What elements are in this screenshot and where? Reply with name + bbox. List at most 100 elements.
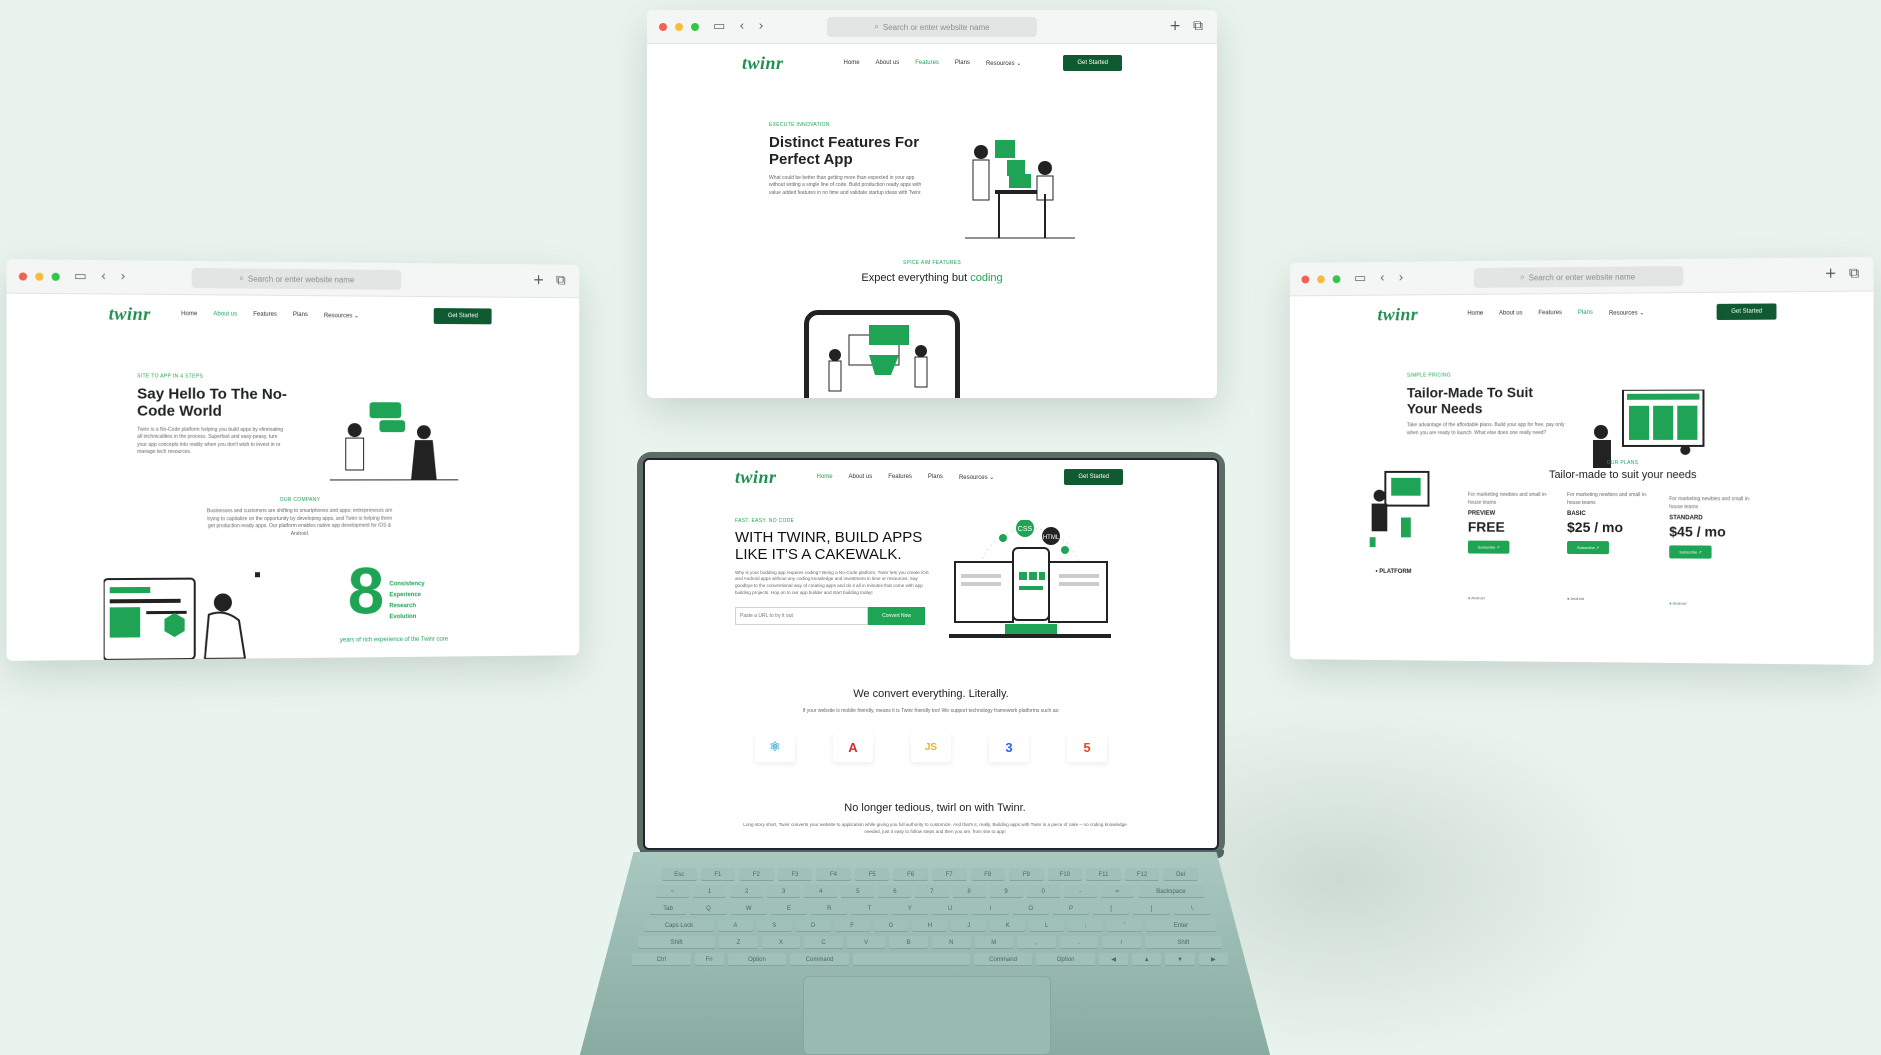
key[interactable]: 7 (915, 885, 949, 898)
key[interactable]: O (1012, 902, 1049, 915)
key[interactable]: 8 (952, 885, 986, 898)
key[interactable]: K (990, 919, 1026, 932)
nav-about[interactable]: About us (849, 474, 873, 481)
key[interactable]: ▼ (1165, 953, 1195, 966)
key[interactable]: N (931, 936, 971, 949)
key[interactable]: 6 (878, 885, 912, 898)
maximize-window-dot[interactable] (51, 272, 60, 281)
key[interactable]: H (912, 919, 948, 932)
key[interactable]: ▶ (1198, 953, 1228, 966)
url-input[interactable] (735, 607, 869, 626)
key[interactable]: F1 (700, 868, 736, 881)
key[interactable]: M (974, 936, 1014, 949)
key[interactable]: ◀ (1098, 953, 1129, 966)
close-window-dot[interactable] (659, 22, 667, 31)
key[interactable]: X (761, 936, 801, 949)
forward-icon[interactable]: › (759, 19, 764, 34)
key[interactable]: ] (1133, 902, 1170, 915)
minimize-window-dot[interactable] (675, 22, 683, 31)
key[interactable]: Esc (662, 868, 697, 881)
key[interactable]: - (1063, 885, 1097, 898)
key[interactable]: F (834, 919, 870, 932)
key[interactable]: = (1100, 885, 1134, 898)
key[interactable]: D (795, 919, 831, 932)
key[interactable]: Command (973, 953, 1033, 966)
subscribe-button[interactable]: Subscribe ↗ (1567, 540, 1610, 555)
key[interactable]: 5 (841, 885, 875, 898)
new-tab-icon[interactable]: + (533, 272, 544, 288)
nav-features[interactable]: Features (253, 311, 277, 318)
key[interactable]: \ (1173, 902, 1210, 915)
key[interactable]: F12 (1124, 868, 1160, 881)
new-tab-icon[interactable]: + (1169, 18, 1181, 34)
address-bar[interactable]: ⌕ Search or enter website name (1473, 265, 1683, 288)
key[interactable]: G (873, 919, 909, 932)
nav-features[interactable]: Features (915, 60, 939, 67)
space-key[interactable] (852, 953, 970, 966)
key[interactable]: S (756, 919, 792, 932)
trackpad[interactable] (803, 976, 1051, 1055)
key[interactable]: Option (727, 953, 787, 966)
back-icon[interactable]: ‹ (1380, 271, 1385, 286)
key[interactable]: I (972, 902, 1009, 915)
nav-home[interactable]: Home (844, 60, 860, 67)
nav-plans[interactable]: Plans (955, 60, 970, 67)
key[interactable]: ' (1107, 919, 1142, 932)
key[interactable]: L (1029, 919, 1065, 932)
nav-features[interactable]: Features (888, 474, 912, 481)
key[interactable]: V (846, 936, 886, 949)
key[interactable]: Shift (638, 936, 716, 949)
maximize-window-dot[interactable] (1332, 274, 1341, 283)
twinr-logo[interactable]: twinr (1378, 304, 1419, 325)
sidebar-icon[interactable]: ▭ (713, 19, 725, 34)
close-window-dot[interactable] (18, 271, 28, 281)
get-started-button[interactable]: Get Started (1063, 55, 1122, 71)
nav-plans[interactable]: Plans (1578, 309, 1593, 316)
key[interactable]: P (1052, 902, 1090, 915)
twinr-logo[interactable]: twinr (742, 53, 784, 74)
key[interactable]: Shift (1144, 936, 1222, 949)
nav-home[interactable]: Home (1467, 310, 1483, 317)
key[interactable]: F4 (816, 868, 851, 881)
key[interactable]: Enter (1146, 919, 1216, 932)
key[interactable]: F8 (970, 868, 1006, 881)
back-icon[interactable]: ‹ (739, 19, 744, 34)
key[interactable]: F9 (1009, 868, 1044, 881)
key[interactable]: R (811, 902, 848, 915)
key[interactable]: J (951, 919, 987, 932)
key[interactable]: Del (1163, 868, 1198, 881)
sidebar-icon[interactable]: ▭ (1354, 271, 1366, 286)
key[interactable]: ; (1068, 919, 1104, 932)
key[interactable]: . (1059, 936, 1099, 949)
key[interactable]: Command (790, 953, 849, 966)
key[interactable]: F11 (1086, 868, 1121, 881)
key[interactable]: Tab (650, 902, 687, 915)
key[interactable]: F3 (777, 868, 813, 881)
key[interactable]: Option (1036, 953, 1095, 966)
tabs-icon[interactable]: ⧉ (1193, 18, 1203, 34)
key[interactable]: C (804, 936, 843, 949)
subscribe-button[interactable]: Subscribe ↗ (1467, 540, 1510, 554)
key[interactable]: Caps Lock (644, 919, 714, 932)
key[interactable]: Z (719, 936, 758, 949)
nav-resources[interactable]: Resources ⌄ (324, 312, 359, 319)
nav-resources[interactable]: Resources ⌄ (1609, 309, 1644, 316)
nav-resources[interactable]: Resources ⌄ (959, 474, 994, 481)
nav-features[interactable]: Features (1538, 310, 1562, 317)
nav-plans[interactable]: Plans (293, 311, 308, 318)
key[interactable]: F7 (931, 868, 967, 881)
key[interactable]: 0 (1026, 885, 1060, 898)
key[interactable]: 3 (767, 885, 801, 898)
minimize-window-dot[interactable] (1317, 274, 1325, 283)
key[interactable]: Q (690, 902, 727, 915)
nav-home[interactable]: Home (817, 474, 833, 481)
key[interactable]: F2 (739, 868, 774, 881)
subscribe-button[interactable]: Subscribe ↗ (1669, 545, 1712, 559)
twinr-logo[interactable]: twinr (109, 303, 151, 324)
key[interactable]: 9 (989, 885, 1023, 898)
key[interactable]: W (730, 902, 767, 915)
key[interactable]: F6 (893, 868, 928, 881)
key[interactable]: 2 (730, 885, 764, 898)
back-icon[interactable]: ‹ (101, 269, 106, 284)
key[interactable]: B (889, 936, 928, 949)
